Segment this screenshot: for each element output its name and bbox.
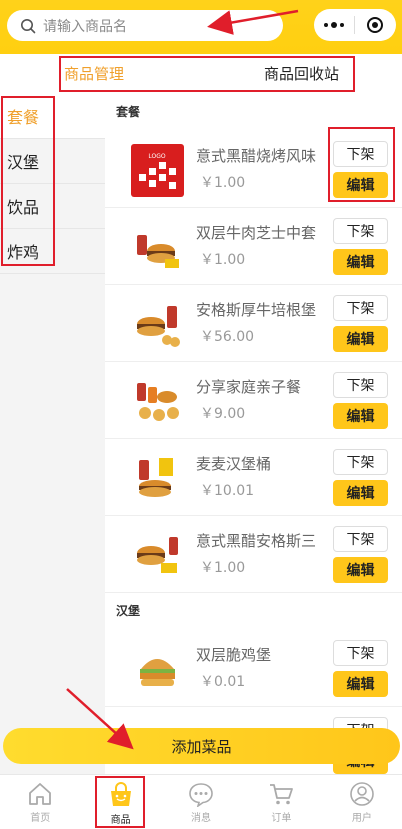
list-item: 麦麦汉堡桶 ￥10.01 下架 编辑 (105, 439, 402, 516)
product-thumbnail (131, 375, 184, 428)
tabbar-item-home[interactable]: 首页 (0, 775, 80, 829)
product-name: 麦麦汉堡桶 (196, 455, 272, 473)
tabbar-item-user[interactable]: 用户 (322, 775, 402, 829)
tabbar-label: 首页 (30, 813, 51, 824)
edit-button[interactable]: 编辑 (333, 326, 388, 352)
product-thumbnail (131, 643, 184, 696)
off-shelf-button[interactable]: 下架 (333, 218, 388, 244)
product-name: 意式黑醋安格斯三 (196, 532, 317, 550)
search-bar[interactable]: 请输入商品名 (7, 10, 283, 41)
bottom-tabbar: 首页 商品 消息 订单 用户 (0, 774, 402, 829)
product-name: 意式黑醋烧烤风味 (196, 147, 317, 165)
edit-button[interactable]: 编辑 (333, 671, 388, 697)
off-shelf-button[interactable]: 下架 (333, 372, 388, 398)
product-name: 安格斯厚牛培根堡 (196, 301, 317, 319)
close-miniprogram-icon[interactable] (355, 16, 395, 34)
product-thumbnail (131, 529, 184, 582)
list-item: 分享家庭亲子餐 ￥9.00 下架 编辑 (105, 362, 402, 439)
tabbar-label: 商品 (110, 815, 131, 826)
off-shelf-button[interactable]: 下架 (333, 141, 388, 167)
off-shelf-button[interactable]: 下架 (333, 526, 388, 552)
tabbar-item-products[interactable]: 商品 (80, 775, 160, 829)
home-icon (29, 783, 52, 805)
sidebar-item-burger[interactable]: 汉堡 (0, 139, 105, 184)
product-list: 套餐 LOGO 意式黑醋烧烤风味 ￥1.00 下架 编辑 双层牛肉芝士中套 ￥1… (105, 94, 402, 774)
product-thumbnail (131, 221, 184, 274)
tabbar-item-orders[interactable]: 订单 (241, 775, 321, 829)
more-icon[interactable] (314, 21, 354, 28)
miniprogram-capsule (314, 9, 396, 41)
product-price: ￥1.00 (200, 560, 246, 576)
message-icon (189, 783, 213, 807)
search-input[interactable]: 请输入商品名 (43, 16, 127, 36)
edit-button[interactable]: 编辑 (333, 557, 388, 583)
off-shelf-button[interactable]: 下架 (333, 295, 388, 321)
cart-icon (270, 784, 294, 805)
tabbar-label: 消息 (191, 813, 212, 824)
top-header: 请输入商品名 (0, 0, 402, 54)
sidebar-item-drinks[interactable]: 饮品 (0, 184, 105, 229)
tab-recycle-bin[interactable]: 商品回收站 (264, 63, 339, 84)
tabbar-label: 用户 (351, 813, 372, 824)
product-price: ￥9.00 (200, 406, 246, 422)
product-name: 双层脆鸡堡 (196, 646, 272, 664)
product-price: ￥1.00 (200, 252, 246, 268)
section-title: 汉堡 (116, 604, 141, 618)
off-shelf-button[interactable]: 下架 (333, 449, 388, 475)
user-icon (350, 782, 374, 806)
list-item: 双层牛肉芝士中套 ￥1.00 下架 编辑 (105, 208, 402, 285)
product-thumbnail (131, 298, 184, 351)
list-item: 意式黑醋安格斯三 ￥1.00 下架 编辑 (105, 516, 402, 593)
edit-button[interactable]: 编辑 (333, 480, 388, 506)
product-price: ￥10.01 (200, 483, 255, 499)
product-thumbnail: LOGO (131, 144, 184, 197)
add-dish-button[interactable]: 添加菜品 (3, 728, 400, 764)
sidebar-item-fried-chicken[interactable]: 炸鸡 (0, 229, 105, 274)
product-price: ￥56.00 (200, 329, 255, 345)
search-icon (21, 18, 36, 33)
svg-text:LOGO: LOGO (148, 153, 166, 160)
off-shelf-button[interactable]: 下架 (333, 640, 388, 666)
list-item: LOGO 意式黑醋烧烤风味 ￥1.00 下架 编辑 (105, 131, 402, 208)
product-price: ￥0.01 (200, 674, 246, 690)
product-price: ￥1.00 (200, 175, 246, 191)
product-name: 双层牛肉芝士中套 (196, 224, 317, 242)
edit-button[interactable]: 编辑 (333, 172, 388, 198)
category-sidebar: 套餐 汉堡 饮品 炸鸡 (0, 94, 105, 774)
edit-button[interactable]: 编辑 (333, 403, 388, 429)
list-item: 安格斯厚牛培根堡 ￥56.00 下架 编辑 (105, 285, 402, 362)
list-item: 双层脆鸡堡 ￥0.01 下架 编辑 (105, 630, 402, 707)
tabbar-item-messages[interactable]: 消息 (161, 775, 241, 829)
tab-product-management[interactable]: 商品管理 (64, 63, 124, 84)
edit-button[interactable]: 编辑 (333, 249, 388, 275)
sidebar-item-set-meal[interactable]: 套餐 (0, 94, 105, 139)
product-name: 分享家庭亲子餐 (196, 378, 302, 396)
shopping-bag-icon (110, 782, 131, 806)
product-thumbnail (131, 452, 184, 505)
tabbar-label: 订单 (271, 813, 292, 824)
product-tabs: 商品管理 商品回收站 (0, 54, 402, 94)
section-title: 套餐 (116, 105, 141, 119)
